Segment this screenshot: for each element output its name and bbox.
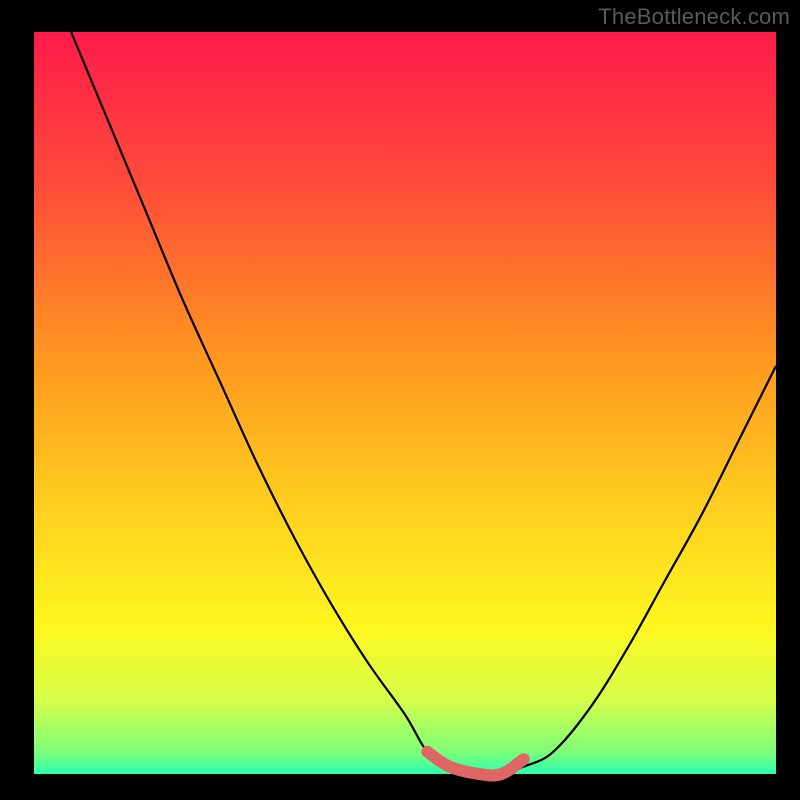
bottleneck-chart: [0, 0, 800, 800]
chart-frame: TheBottleneck.com: [0, 0, 800, 800]
plot-background: [34, 32, 776, 774]
